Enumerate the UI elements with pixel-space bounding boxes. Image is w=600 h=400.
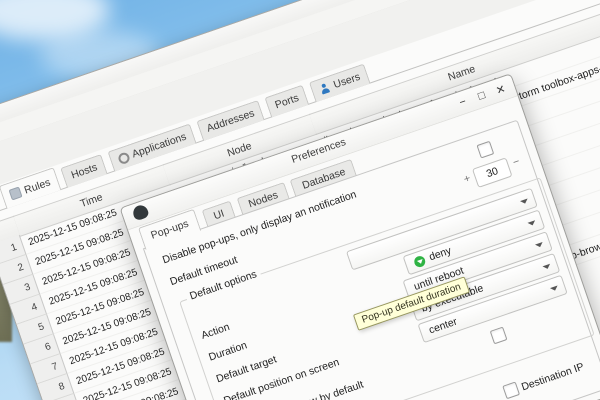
rules-icon xyxy=(8,186,23,201)
deny-icon xyxy=(412,254,427,269)
spin-up-icon[interactable]: + xyxy=(462,172,472,185)
spin-down-icon[interactable]: − xyxy=(511,156,521,169)
tab-hosts-label: Hosts xyxy=(69,161,99,182)
gear-icon xyxy=(116,150,131,165)
destination-ip-label: Destination IP xyxy=(519,360,586,394)
tab-ports-label: Ports xyxy=(273,91,301,112)
destination-ip-checkbox[interactable] xyxy=(502,381,521,400)
tab-users-label: Users xyxy=(331,70,362,92)
timeout-spinbox[interactable]: 30 xyxy=(471,157,513,188)
action-value: deny xyxy=(427,244,454,264)
tab-rules-label: Rules xyxy=(22,175,52,197)
desktop: Rules Hosts Applications Addresses Ports xyxy=(0,0,600,400)
disable-popups-checkbox[interactable] xyxy=(476,140,495,159)
user-icon xyxy=(318,82,332,96)
tab-addresses-label: Addresses xyxy=(205,107,257,135)
